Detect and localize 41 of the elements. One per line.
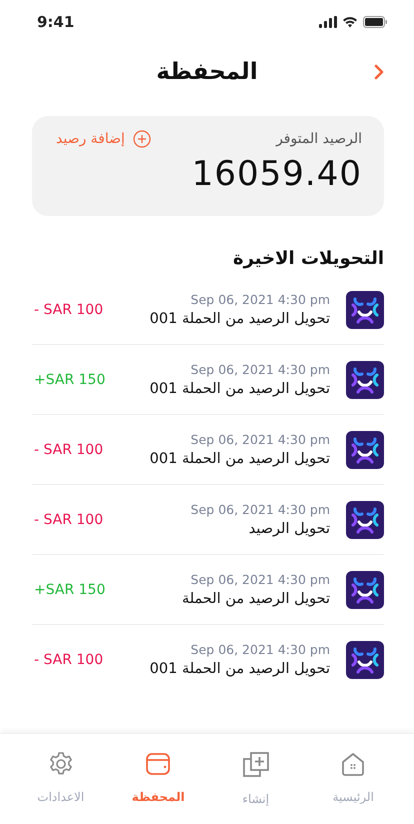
app-logo-icon	[346, 570, 384, 608]
transaction-description: تحويل الرصيد من الحملة 001	[150, 311, 330, 327]
wallet-icon	[144, 750, 172, 778]
battery-icon	[363, 16, 388, 28]
transaction-date: Sep 06, 2021 4:30 pm	[190, 432, 330, 447]
transaction-amount: +SAR 150	[34, 582, 106, 598]
transaction-date: Sep 06, 2021 4:30 pm	[190, 642, 330, 657]
transaction-date: Sep 06, 2021 4:30 pm	[190, 362, 330, 377]
page-title: المحفظة	[156, 59, 258, 85]
status-time: 9:41	[37, 13, 74, 31]
section-title: التحويلات الاخيرة	[232, 248, 384, 269]
transaction-amount: - SAR 100	[34, 652, 104, 668]
app-logo-icon	[346, 640, 384, 678]
transaction-description: تحويل الرصيد	[248, 521, 330, 537]
transaction-description: تحويل الرصيد من الحملة	[182, 591, 330, 607]
balance-amount: 16059.40	[192, 154, 362, 194]
transaction-description: تحويل الرصيد من الحملة 001	[150, 381, 330, 397]
tab-item[interactable]: الاعدادات	[12, 744, 110, 824]
signal-icon	[319, 16, 337, 28]
tab-item[interactable]: الرئيسية	[304, 744, 402, 824]
transaction-date: Sep 06, 2021 4:30 pm	[190, 502, 330, 517]
app-logo-icon	[346, 430, 384, 468]
transaction-amount: - SAR 100	[34, 442, 104, 458]
tab-item[interactable]: المحفظة	[110, 744, 207, 824]
add-square-icon	[240, 750, 271, 780]
app-logo-icon	[346, 360, 384, 398]
wifi-icon	[342, 16, 358, 28]
transaction-date: Sep 06, 2021 4:30 pm	[190, 292, 330, 307]
plus-circle-icon	[132, 130, 151, 148]
transaction-description: تحويل الرصيد من الحملة 001	[150, 661, 330, 677]
app-logo-icon	[346, 290, 384, 328]
transaction-amount: - SAR 100	[34, 512, 104, 528]
app-logo-icon	[346, 500, 384, 538]
transaction-date: Sep 06, 2021 4:30 pm	[190, 572, 330, 587]
balance-label: الرصيد المتوفر	[276, 131, 362, 147]
transaction-description: تحويل الرصيد من الحملة 001	[150, 451, 330, 467]
transaction-amount: +SAR 150	[34, 372, 106, 388]
tab-item[interactable]: إنشاء	[207, 744, 304, 824]
add-balance-button[interactable]: إضافة رصيد	[56, 130, 151, 148]
back-chevron-icon[interactable]	[374, 64, 384, 80]
transaction-amount: - SAR 100	[34, 302, 104, 318]
